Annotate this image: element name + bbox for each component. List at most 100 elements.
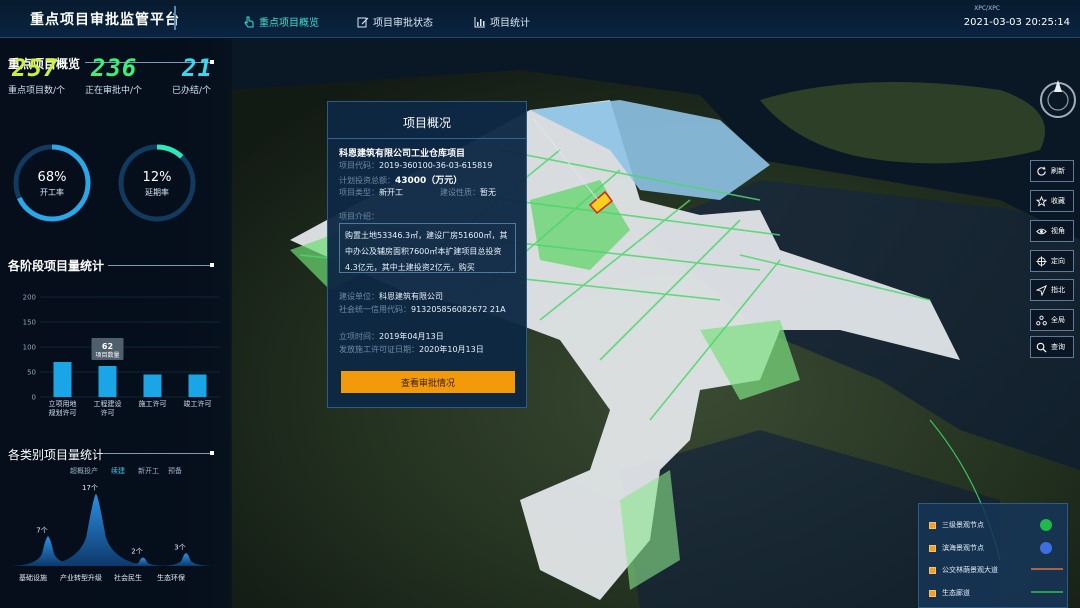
section-divider — [104, 453, 213, 454]
app-title: 重点项目审批监管平台 — [30, 12, 180, 28]
checkbox-icon[interactable] — [929, 544, 936, 552]
legend-item-scenic-node[interactable]: 三级景观节点 — [929, 520, 984, 530]
filter-preparation[interactable]: 预备 — [168, 466, 182, 476]
project-name: 科恩建筑有限公司工业仓库项目 — [339, 149, 466, 159]
intro-label: 项目介绍： — [339, 212, 379, 221]
type-row: 项目类型：新开工 — [339, 187, 403, 198]
popup-title: 项目概况 — [402, 116, 451, 130]
view-approval-button[interactable]: 查看审批情况 — [341, 371, 515, 393]
tooltip-value: 62 — [102, 342, 113, 351]
tab-label: 项目审批状态 — [373, 18, 433, 29]
green-line-icon — [1031, 591, 1063, 593]
ring-start-rate: 68% 开工率 — [13, 144, 91, 222]
legend-item-coastal-node[interactable]: 滨海景观节点 — [929, 543, 984, 553]
x-category-label: 基础设施 — [19, 573, 47, 582]
tooltip-label: 项目数量 — [95, 351, 119, 359]
y-tick-label: 0 — [32, 394, 36, 402]
legend-label: 滨海景观节点 — [942, 544, 984, 552]
legend-label: 三级景观节点 — [942, 521, 984, 529]
permit-date-value: 2020年10月13日 — [419, 345, 484, 354]
y-tick-label: 50 — [27, 369, 36, 377]
edit-icon — [357, 17, 369, 27]
refresh-icon — [1037, 165, 1046, 176]
approval-date-row: 立项时间：2019年04月13日 — [339, 331, 444, 342]
section-divider — [108, 265, 213, 266]
x-category-label: 产业转型升级 — [60, 573, 102, 582]
tab-project-overview[interactable]: 重点项目概览 — [243, 14, 319, 29]
nature-label: 建设性质： — [440, 188, 480, 197]
legend-item-eco-corridor[interactable]: 生态廊道 — [929, 588, 970, 598]
nature-value: 暂无 — [480, 188, 496, 197]
search-button[interactable]: 查询 — [1030, 336, 1074, 358]
map-legend: 三级景观节点 滨海景观节点 公交林荫景观大道 生态廊道 — [918, 503, 1068, 608]
header-datetime: 2021-03-03 20:25:14 — [963, 17, 1070, 28]
project-code-value: 2019-360100-36-03-615819 — [379, 161, 493, 170]
north-arrow-icon — [1036, 284, 1047, 296]
project-code-label: 项目代码： — [339, 161, 379, 170]
peak-value-label: 3个 — [174, 543, 185, 551]
section-title-category-stats: 各类别项目量统计 — [8, 448, 105, 462]
bar — [98, 366, 117, 397]
filter-overdue[interactable]: 超概投产 — [70, 466, 98, 476]
legend-item-boulevard[interactable]: 公交林荫景观大道 — [929, 565, 998, 575]
area-peak — [156, 553, 216, 566]
ring-delay-rate: 12% 延期率 — [118, 144, 196, 222]
y-tick-label: 150 — [23, 319, 36, 327]
y-tick-label: 100 — [23, 344, 36, 352]
star-icon — [1036, 195, 1047, 207]
project-info-popup: 项目概况 科恩建筑有限公司工业仓库项目 项目代码：2019-360100-36-… — [327, 101, 527, 408]
peak-value-label: 17个 — [82, 484, 98, 492]
header-divider — [174, 6, 176, 30]
section-dot — [210, 451, 214, 455]
y-tick-label: 200 — [23, 294, 36, 302]
investment-value: 43000（万元） — [395, 176, 463, 186]
x-category-label: 生态环保 — [157, 573, 185, 582]
tab-label: 重点项目概览 — [259, 18, 319, 29]
investment-row: 计划投资总额：43000（万元） — [339, 173, 462, 186]
checkbox-icon[interactable] — [929, 521, 936, 529]
bar — [53, 362, 72, 397]
permit-date-label: 发放施工许可证日期： — [339, 345, 419, 354]
tab-label: 项目统计 — [490, 18, 530, 29]
tab-approval-status[interactable]: 项目审批状态 — [357, 14, 433, 29]
unit-label: 建设单位： — [339, 292, 379, 301]
approval-date-label: 立项时间： — [339, 332, 379, 341]
blue-circle-icon — [1040, 542, 1052, 554]
popup-separator — [328, 138, 526, 139]
section-title-stage-stats: 各阶段项目量统计 — [8, 259, 105, 273]
green-circle-icon — [1040, 519, 1052, 531]
favorite-button[interactable]: 收藏 — [1030, 190, 1074, 212]
ring-label: 开工率 — [40, 187, 64, 197]
orient-button[interactable]: 定向 — [1030, 250, 1074, 272]
global-view-button[interactable]: 全局 — [1030, 309, 1074, 331]
credit-value: 913205856082672 21A — [411, 305, 506, 314]
search-icon — [1036, 342, 1047, 353]
legend-label: 公交林荫景观大道 — [942, 566, 998, 574]
filter-new-start[interactable]: 新开工 — [138, 466, 159, 476]
approval-date-value: 2019年04月13日 — [379, 332, 444, 341]
header-small-text: XPC/XPC — [974, 5, 1000, 12]
x-tick-label: 立项用地 — [49, 399, 77, 408]
nature-row: 建设性质：暂无 — [440, 187, 496, 198]
credit-row: 社会统一信用代码：913205856082672 21A — [339, 304, 506, 315]
tool-label: 指北 — [1051, 286, 1065, 294]
x-tick-label: 竣工许可 — [184, 399, 212, 408]
stat-total-projects-label: 重点项目数/个 — [8, 86, 66, 96]
tab-project-statistics[interactable]: 项目统计 — [474, 14, 530, 29]
checkbox-icon[interactable] — [929, 589, 936, 597]
view-angle-button[interactable]: 视角 — [1030, 220, 1074, 242]
stat-in-approval-label: 正在审批中/个 — [85, 86, 143, 96]
type-value: 新开工 — [379, 188, 403, 197]
bar — [188, 374, 207, 397]
stat-in-approval: 236 — [91, 54, 138, 82]
intro-text[interactable]: 购置土地53346.3㎡，建设厂房51600㎡，其中办公及辅房面积7600㎡本扩… — [339, 223, 516, 273]
unit-value: 科恩建筑有限公司 — [379, 292, 443, 301]
top-header: 重点项目审批监管平台 重点项目概览 项目审批状态 项目统计 XPC/XPC 20… — [0, 0, 1080, 38]
north-button[interactable]: 指北 — [1030, 279, 1074, 301]
filter-continued[interactable]: 续建 — [111, 466, 125, 476]
ring-label: 延期率 — [145, 187, 169, 197]
tool-label: 收藏 — [1051, 197, 1065, 205]
stat-completed-label: 已办结/个 — [172, 86, 212, 96]
refresh-button[interactable]: 刷新 — [1030, 160, 1074, 182]
checkbox-icon[interactable] — [929, 566, 936, 574]
